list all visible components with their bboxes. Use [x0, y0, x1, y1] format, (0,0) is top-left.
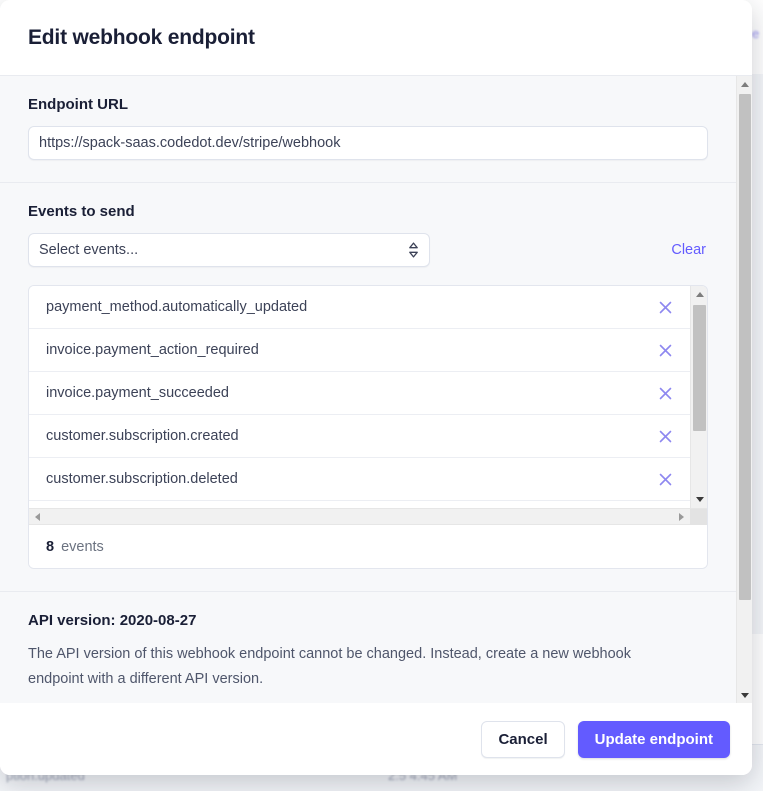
remove-event-icon[interactable] [658, 472, 673, 487]
event-name: customer.subscription.deleted [46, 471, 238, 487]
dialog-footer: Cancel Update endpoint [0, 703, 752, 775]
event-row: customer.subscription.updated [29, 501, 690, 508]
backdrop-ghost-link: e [752, 26, 760, 41]
scrollbar-corner [690, 509, 707, 525]
event-row: invoice.payment_succeeded [29, 372, 690, 415]
events-select-wrapper[interactable]: Select events... [28, 233, 430, 267]
events-list-horizontal-scrollbar[interactable] [29, 508, 707, 525]
events-to-send-label: Events to send [28, 203, 135, 220]
dialog-header: Edit webhook endpoint [0, 0, 752, 76]
event-name: payment_method.automatically_updated [46, 299, 308, 315]
api-version-description: The API version of this webhook endpoint… [28, 646, 631, 687]
selected-events-panel: payment_method.automatically_updatedinvo… [28, 285, 708, 569]
remove-event-icon[interactable] [658, 343, 673, 358]
event-name: invoice.payment_action_required [46, 342, 259, 358]
scroll-down-arrow-icon[interactable] [691, 491, 707, 508]
event-row: payment_method.automatically_updated [29, 286, 690, 329]
scroll-up-arrow-icon[interactable] [691, 286, 707, 303]
endpoint-url-section: Endpoint URL [0, 76, 736, 183]
body-scroll-up-arrow-icon[interactable] [737, 76, 752, 92]
endpoint-url-label: Endpoint URL [28, 96, 128, 113]
endpoint-url-input[interactable] [28, 126, 708, 160]
dialog-body-scroll-thumb[interactable] [739, 94, 751, 600]
selected-events-scroll-area: payment_method.automatically_updatedinvo… [29, 286, 707, 508]
update-endpoint-button[interactable]: Update endpoint [577, 720, 730, 758]
event-row: invoice.payment_action_required [29, 329, 690, 372]
events-count-label: events [61, 538, 104, 555]
event-row: customer.subscription.deleted [29, 458, 690, 501]
events-select-row: Select events... Clear [28, 233, 708, 267]
events-select[interactable]: Select events... [28, 233, 430, 267]
events-list-vertical-scrollbar[interactable] [690, 286, 707, 508]
remove-event-icon[interactable] [658, 386, 673, 401]
remove-event-icon[interactable] [658, 300, 673, 315]
dialog-title: Edit webhook endpoint [28, 25, 255, 49]
event-name: invoice.payment_succeeded [46, 385, 229, 401]
remove-event-icon[interactable] [658, 429, 673, 444]
scroll-right-arrow-icon[interactable] [673, 509, 690, 525]
scroll-left-arrow-icon[interactable] [29, 509, 46, 525]
event-row: customer.subscription.created [29, 415, 690, 458]
clear-events-button[interactable]: Clear [671, 242, 708, 258]
events-list-scroll-thumb[interactable] [693, 305, 706, 431]
dialog-body-scrollbar[interactable] [736, 76, 752, 703]
dialog-body: Endpoint URL Events to send Select event… [0, 76, 752, 703]
events-count-number: 8 [46, 538, 55, 555]
event-name: customer.subscription.created [46, 428, 239, 444]
edit-webhook-endpoint-dialog: Edit webhook endpoint Endpoint URL Event… [0, 0, 752, 775]
api-version-title: API version: 2020-08-27 [28, 612, 197, 629]
body-scroll-down-arrow-icon[interactable] [737, 687, 752, 703]
events-count-row: 8 events [29, 525, 707, 568]
events-to-send-section: Events to send Select events... Clear pa… [0, 183, 736, 592]
selected-events-list: payment_method.automatically_updatedinvo… [29, 286, 690, 508]
dialog-body-content: Endpoint URL Events to send Select event… [0, 76, 736, 703]
api-version-section: API version: 2020-08-27 The API version … [0, 592, 736, 703]
cancel-button[interactable]: Cancel [481, 720, 565, 758]
